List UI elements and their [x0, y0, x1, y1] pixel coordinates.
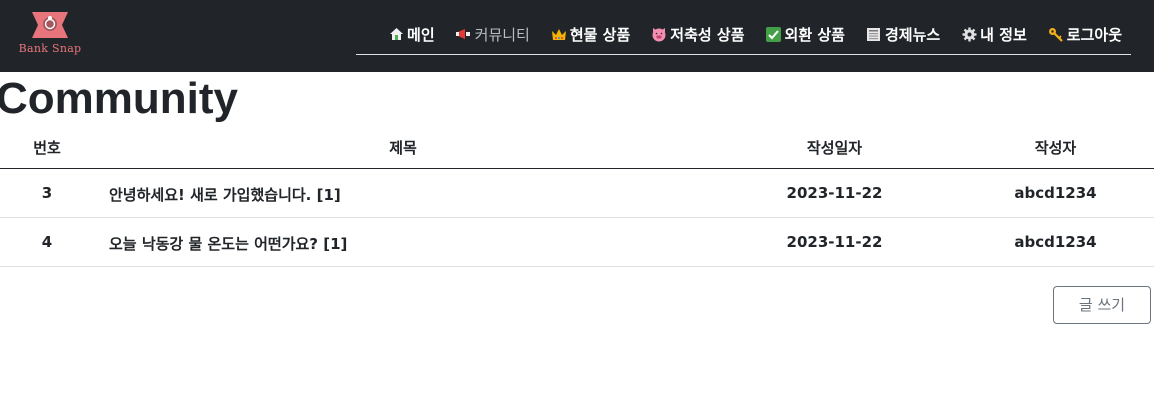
header-title: 제목 [94, 128, 712, 169]
nav-item-logout[interactable]: 로그아웃 [1048, 18, 1122, 50]
nav-item-spot-products[interactable]: 현물 상품 [551, 18, 630, 50]
nav-item-fx-products[interactable]: 외환 상품 [766, 18, 845, 50]
page-title: Community [0, 74, 238, 123]
post-title-link[interactable]: 안녕하세요! 새로 가입했습니다. [1] [94, 168, 712, 218]
main-nav: 메인 커뮤니티 현물 상품 저축성 상품 외환 상품 경제뉴스 내 정보 로그아… [356, 18, 1131, 55]
gear-icon [961, 26, 977, 42]
post-date: 2023-11-22 [712, 168, 957, 218]
write-post-button[interactable]: 글 쓰기 [1053, 286, 1151, 324]
nav-item-community[interactable]: 커뮤니티 [455, 18, 530, 50]
nav-label-main: 메인 [407, 25, 435, 44]
community-posts-table: 번호 제목 작성일자 작성자 3 안녕하세요! 새로 가입했습니다. [1] 2… [0, 128, 1154, 267]
post-number: 4 [0, 217, 94, 267]
house-icon [388, 26, 404, 42]
nav-label-economy-news: 경제뉴스 [884, 25, 941, 44]
megaphone-icon [455, 26, 472, 42]
pig-icon [651, 26, 667, 42]
post-date: 2023-11-22 [712, 217, 957, 267]
crown-icon [551, 26, 567, 42]
bank-snap-logo[interactable]: Bank Snap [14, 8, 86, 62]
post-author: abcd1234 [957, 217, 1154, 267]
nav-label-savings-products: 저축성 상품 [670, 25, 745, 44]
header-author: 작성자 [957, 128, 1154, 169]
header-date: 작성일자 [712, 128, 957, 169]
table-row[interactable]: 4 오늘 낙동강 물 온도는 어떤가요? [1] 2023-11-22 abcd… [0, 217, 1154, 267]
piggy-bank-logo-icon [32, 12, 68, 38]
post-number: 3 [0, 168, 94, 218]
newspaper-icon [866, 26, 882, 42]
nav-label-logout: 로그아웃 [1066, 25, 1122, 44]
top-navbar: Bank Snap 메인 커뮤니티 현물 상품 저축성 상품 외환 상품 경제뉴… [0, 0, 1154, 72]
nav-label-my-info: 내 정보 [980, 25, 1027, 44]
post-title-link[interactable]: 오늘 낙동강 물 온도는 어떤가요? [1] [94, 217, 712, 267]
nav-item-main[interactable]: 메인 [388, 18, 435, 50]
nav-item-savings-products[interactable]: 저축성 상품 [651, 18, 745, 50]
table-row[interactable]: 3 안녕하세요! 새로 가입했습니다. [1] 2023-11-22 abcd1… [0, 168, 1154, 218]
key-icon [1048, 26, 1064, 42]
header-number: 번호 [0, 128, 94, 169]
nav-label-community: 커뮤니티 [474, 25, 530, 44]
table-header-row: 번호 제목 작성일자 작성자 [0, 128, 1154, 169]
nav-label-fx-products: 외환 상품 [784, 25, 845, 44]
nav-label-spot-products: 현물 상품 [569, 25, 631, 44]
logo-text: Bank Snap [18, 42, 82, 55]
nav-item-economy-news[interactable]: 경제뉴스 [866, 18, 940, 50]
check-mark-icon [766, 26, 782, 42]
nav-item-my-info[interactable]: 내 정보 [961, 18, 1027, 50]
post-author: abcd1234 [957, 168, 1154, 218]
